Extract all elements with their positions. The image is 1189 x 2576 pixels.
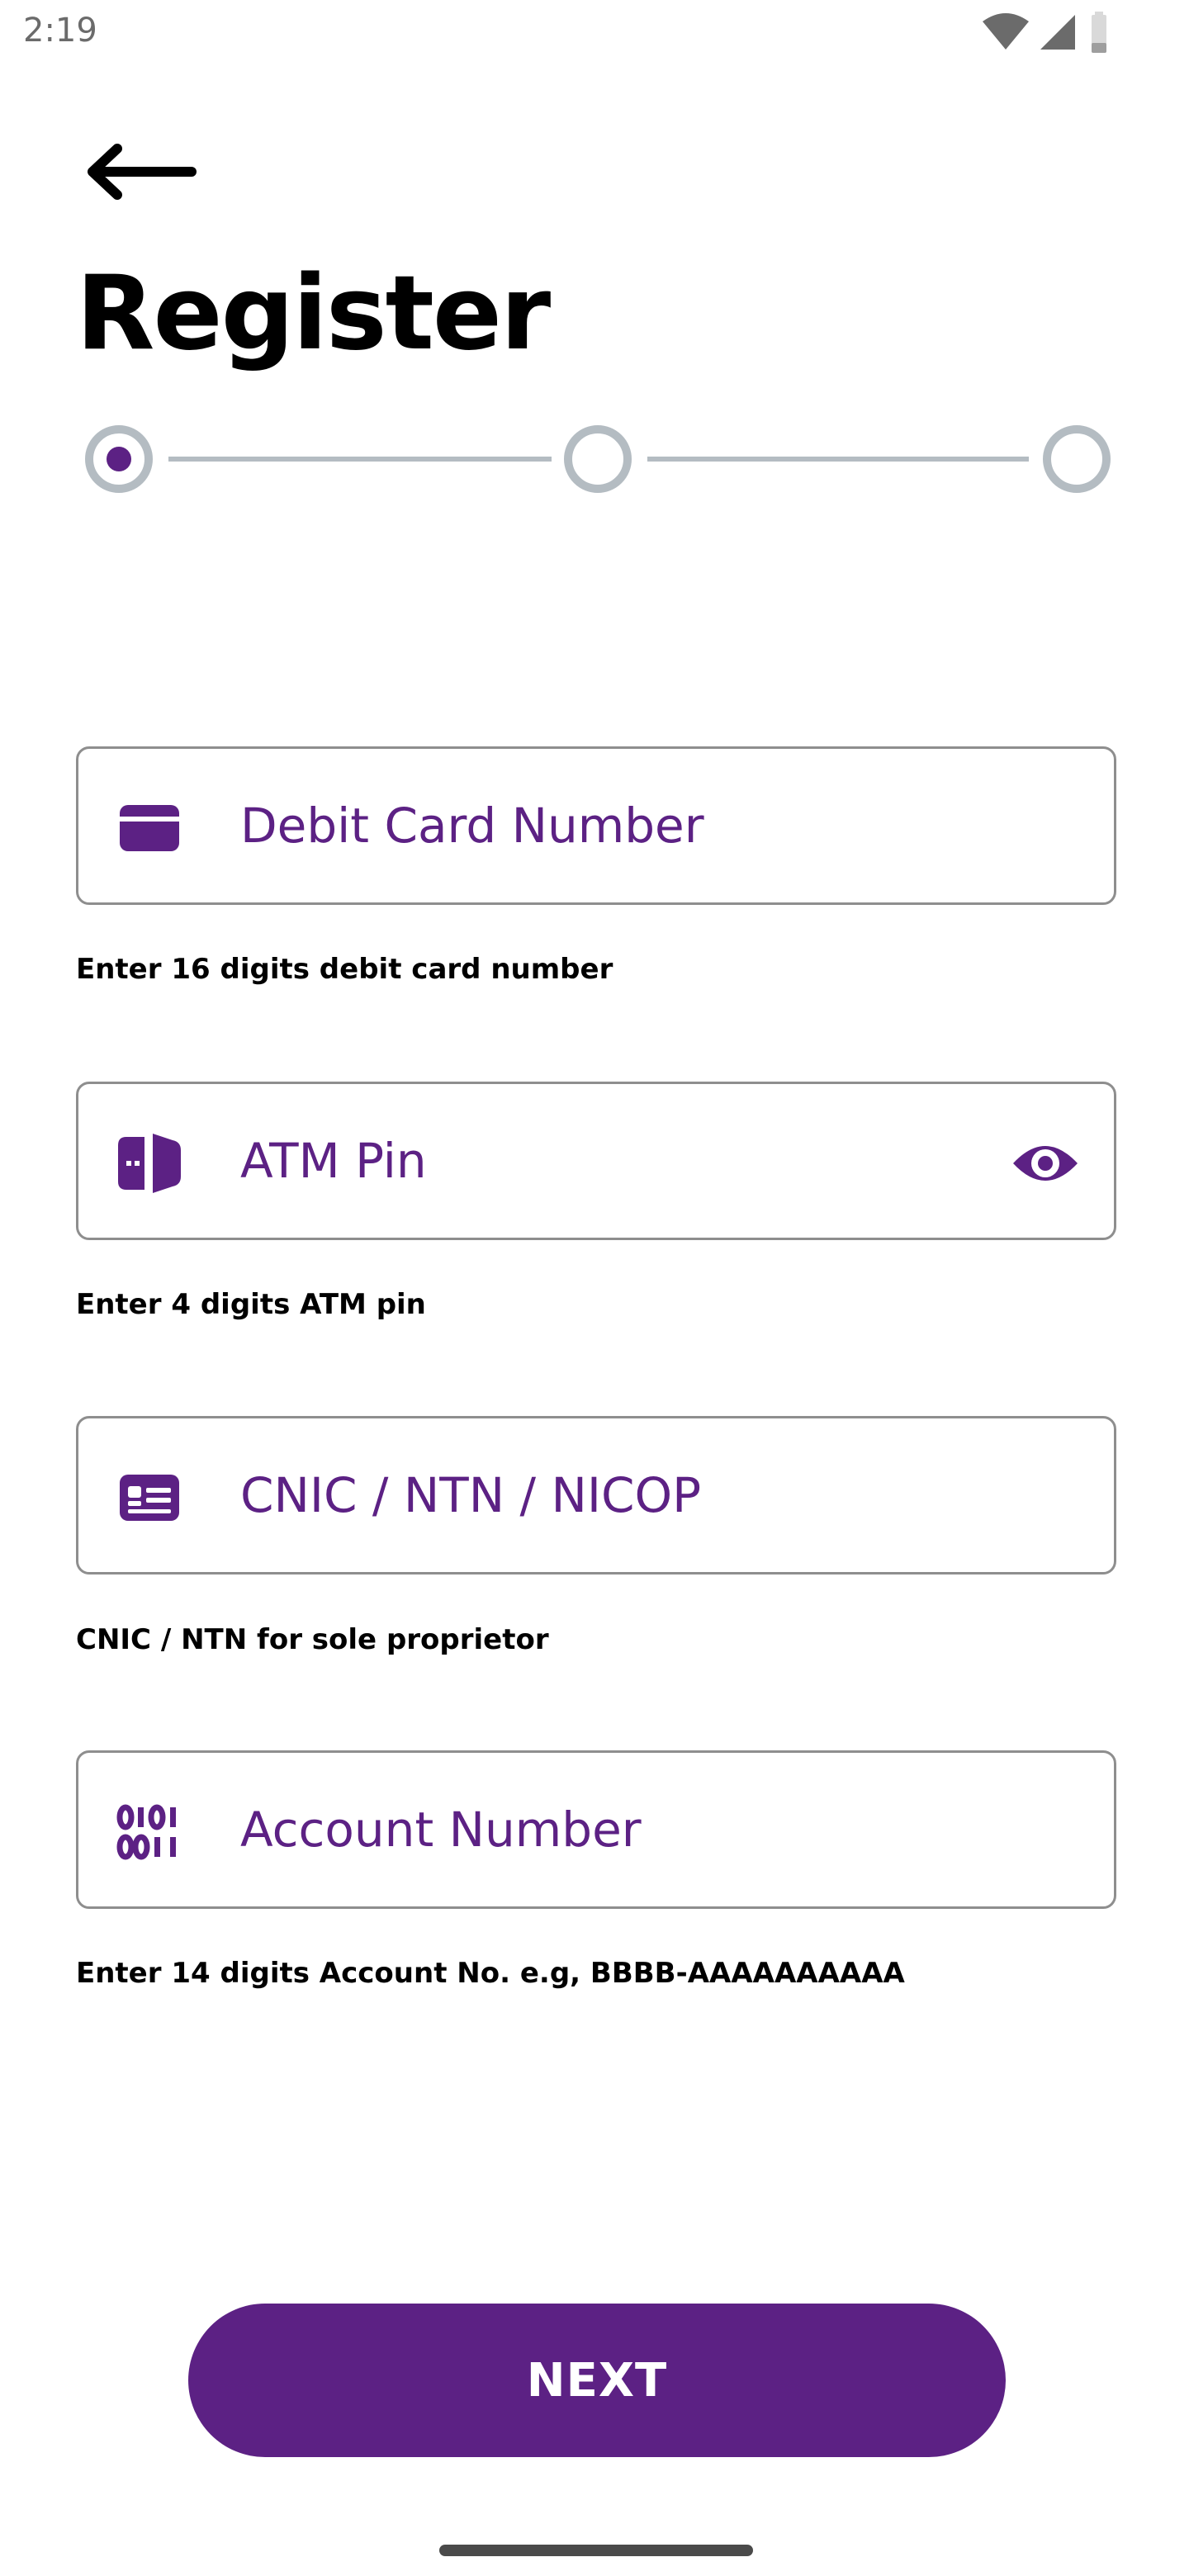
- atm-pin-helper: Enter 4 digits ATM pin: [76, 1288, 426, 1321]
- step-2: [564, 425, 632, 493]
- account-number-helper: Enter 14 digits Account No. e.g, BBBB-AA…: [76, 1957, 905, 1990]
- debit-card-field[interactable]: [76, 746, 1116, 905]
- home-indicator[interactable]: [439, 2545, 753, 2556]
- cellular-signal-icon: [1040, 15, 1075, 50]
- back-button[interactable]: [76, 132, 208, 215]
- next-button[interactable]: NEXT: [188, 2304, 1006, 2457]
- debit-card-helper: Enter 16 digits debit card number: [76, 953, 613, 986]
- step-1-active: [85, 425, 153, 493]
- status-bar: 2:19: [0, 0, 1189, 69]
- page-title: Register: [76, 254, 551, 373]
- cnic-input[interactable]: [240, 1418, 1049, 1572]
- status-icons: [974, 12, 1123, 58]
- card-icon: [120, 805, 179, 851]
- status-time: 2:19: [23, 12, 97, 50]
- eye-icon[interactable]: [1010, 1134, 1081, 1193]
- cnic-helper: CNIC / NTN for sole proprietor: [76, 1623, 549, 1656]
- progress-stepper: [83, 421, 1115, 497]
- atm-pin-icon: [118, 1134, 181, 1193]
- battery-icon: [1092, 12, 1106, 53]
- debit-card-input[interactable]: [240, 749, 1049, 902]
- id-card-icon: [120, 1475, 179, 1521]
- account-number-field[interactable]: [76, 1750, 1116, 1909]
- step-3: [1043, 425, 1111, 493]
- cnic-field[interactable]: [76, 1416, 1116, 1574]
- atm-pin-field[interactable]: [76, 1082, 1116, 1240]
- arrow-left-icon: [88, 144, 197, 200]
- binary-icon: [116, 1804, 176, 1860]
- wifi-icon: [983, 13, 1029, 50]
- account-number-input[interactable]: [240, 1753, 1049, 1906]
- atm-pin-input[interactable]: [240, 1084, 1049, 1238]
